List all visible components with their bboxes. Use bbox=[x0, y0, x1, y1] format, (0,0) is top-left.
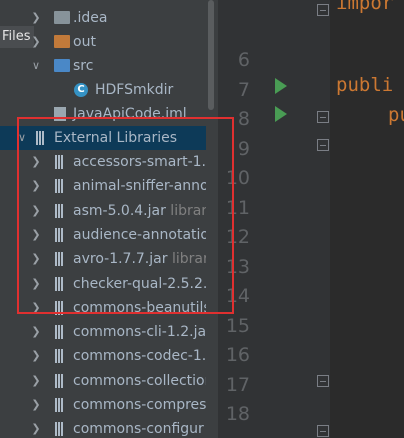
library-item[interactable]: ❯ commons-codec-1.1 bbox=[0, 344, 218, 368]
jar-library-icon bbox=[55, 348, 65, 364]
tree-item-label: .idea bbox=[73, 10, 108, 26]
java-class-icon: C bbox=[74, 83, 88, 97]
line-number: 15 bbox=[225, 314, 250, 337]
line-number: 6 bbox=[237, 49, 250, 71]
tree-item-hdfsmkdir[interactable]: C HDFSmkdir bbox=[0, 78, 218, 102]
jar-library-icon bbox=[55, 421, 65, 437]
tree-item-label: src bbox=[73, 58, 94, 74]
library-item[interactable]: ❯ commons-collection bbox=[0, 369, 218, 393]
folder-icon bbox=[54, 11, 70, 24]
line-number: 7 bbox=[237, 78, 250, 101]
fold-icon[interactable] bbox=[317, 375, 329, 387]
library-label: commons-cli-1.2.jar bbox=[73, 324, 212, 341]
keyword-public: pu bbox=[388, 104, 404, 126]
run-icon[interactable] bbox=[275, 78, 287, 94]
chevron-right-icon[interactable]: ❯ bbox=[30, 373, 42, 389]
library-item[interactable]: ❯ commons-configur bbox=[0, 417, 218, 438]
tree-item-idea[interactable]: ❯ .idea bbox=[0, 6, 218, 30]
tree-item-out[interactable]: ❯ out bbox=[0, 30, 218, 54]
chevron-right-icon[interactable]: ❯ bbox=[30, 34, 42, 50]
highlight-box bbox=[17, 117, 234, 314]
code-editor[interactable]: impor publi pu bbox=[330, 0, 404, 438]
line-number: 16 bbox=[225, 344, 250, 366]
tree-item-src[interactable]: ∨ src bbox=[0, 54, 218, 78]
fold-icon[interactable] bbox=[317, 425, 329, 437]
chevron-right-icon[interactable]: ❯ bbox=[30, 10, 42, 26]
library-item[interactable]: ❯ commons-compres bbox=[0, 393, 218, 417]
folder-icon bbox=[54, 35, 70, 48]
chevron-down-icon[interactable]: ∨ bbox=[30, 58, 42, 74]
chevron-right-icon[interactable]: ❯ bbox=[30, 324, 42, 340]
fold-icon[interactable] bbox=[317, 139, 329, 151]
library-label: commons-configur bbox=[73, 421, 204, 438]
tree-item-label: HDFSmkdir bbox=[95, 82, 174, 98]
keyword-public: publi bbox=[336, 74, 394, 96]
chevron-right-icon[interactable]: ❯ bbox=[30, 397, 42, 413]
fold-icon[interactable] bbox=[317, 111, 329, 123]
keyword-import: impor bbox=[336, 0, 394, 14]
fold-icon[interactable] bbox=[317, 4, 329, 16]
jar-library-icon bbox=[55, 324, 65, 340]
tree-item-label: out bbox=[73, 34, 96, 50]
run-icon[interactable] bbox=[275, 106, 287, 122]
library-label: commons-collection bbox=[73, 372, 214, 389]
library-label: commons-codec-1.1 bbox=[73, 348, 216, 365]
chevron-right-icon[interactable]: ❯ bbox=[30, 348, 42, 364]
line-number: 17 bbox=[225, 373, 250, 396]
chevron-right-icon[interactable]: ❯ bbox=[30, 421, 42, 437]
source-folder-icon bbox=[54, 59, 70, 72]
jar-library-icon bbox=[55, 373, 65, 389]
library-label: commons-compres bbox=[73, 397, 207, 413]
library-item[interactable]: ❯ commons-cli-1.2.jar bbox=[0, 320, 218, 344]
jar-library-icon bbox=[55, 397, 65, 413]
scrollbar-thumb[interactable] bbox=[208, 0, 214, 110]
line-number: 18 bbox=[225, 403, 250, 425]
